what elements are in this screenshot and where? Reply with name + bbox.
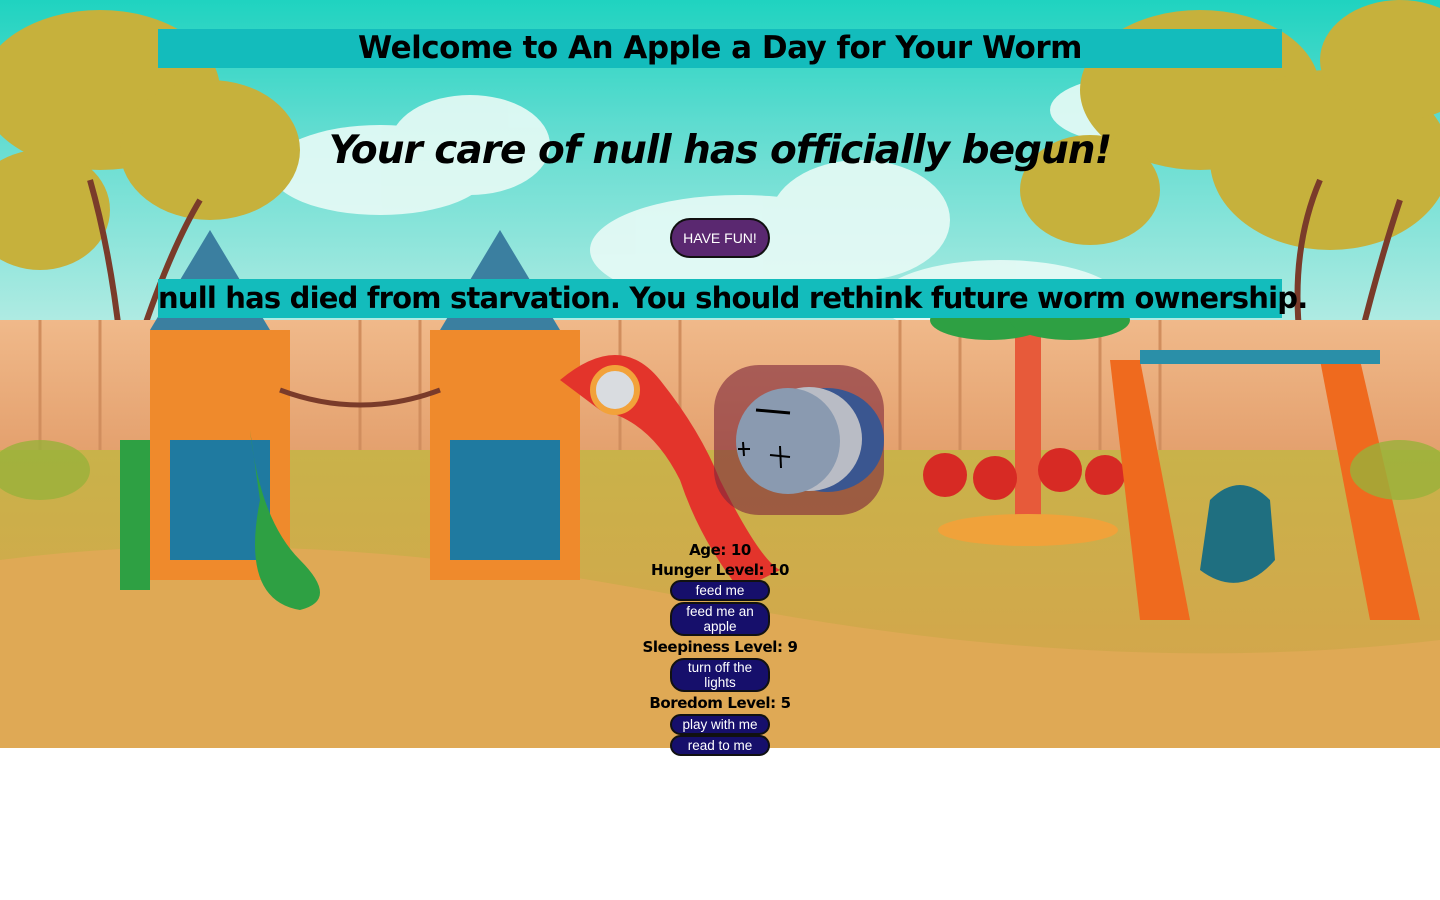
boredom-stat: Boredom Level: 5	[649, 694, 791, 712]
sleepiness-stat: Sleepiness Level: 9	[642, 638, 798, 656]
status-message: null has died from starvation. You shoul…	[158, 279, 1308, 318]
hunger-stat: Hunger Level: 10	[651, 561, 789, 579]
worm-dead-eye-left	[738, 441, 750, 457]
worm-icon	[738, 408, 791, 469]
page-title: Welcome to An Apple a Day for Your Worm	[158, 29, 1282, 68]
read-button[interactable]: read to me	[670, 735, 770, 756]
worm-mouth	[755, 408, 791, 415]
worm-dead-eye-right	[769, 445, 791, 469]
feed-button[interactable]: feed me	[670, 580, 770, 601]
play-button[interactable]: play with me	[670, 714, 770, 735]
age-stat: Age: 10	[689, 541, 751, 559]
lights-off-button[interactable]: turn off the lights	[670, 658, 770, 692]
feed-apple-button[interactable]: feed me an apple	[670, 602, 770, 636]
care-heading: Your care of null has officially begun!	[328, 128, 1113, 173]
have-fun-button[interactable]: HAVE FUN!	[670, 218, 770, 258]
